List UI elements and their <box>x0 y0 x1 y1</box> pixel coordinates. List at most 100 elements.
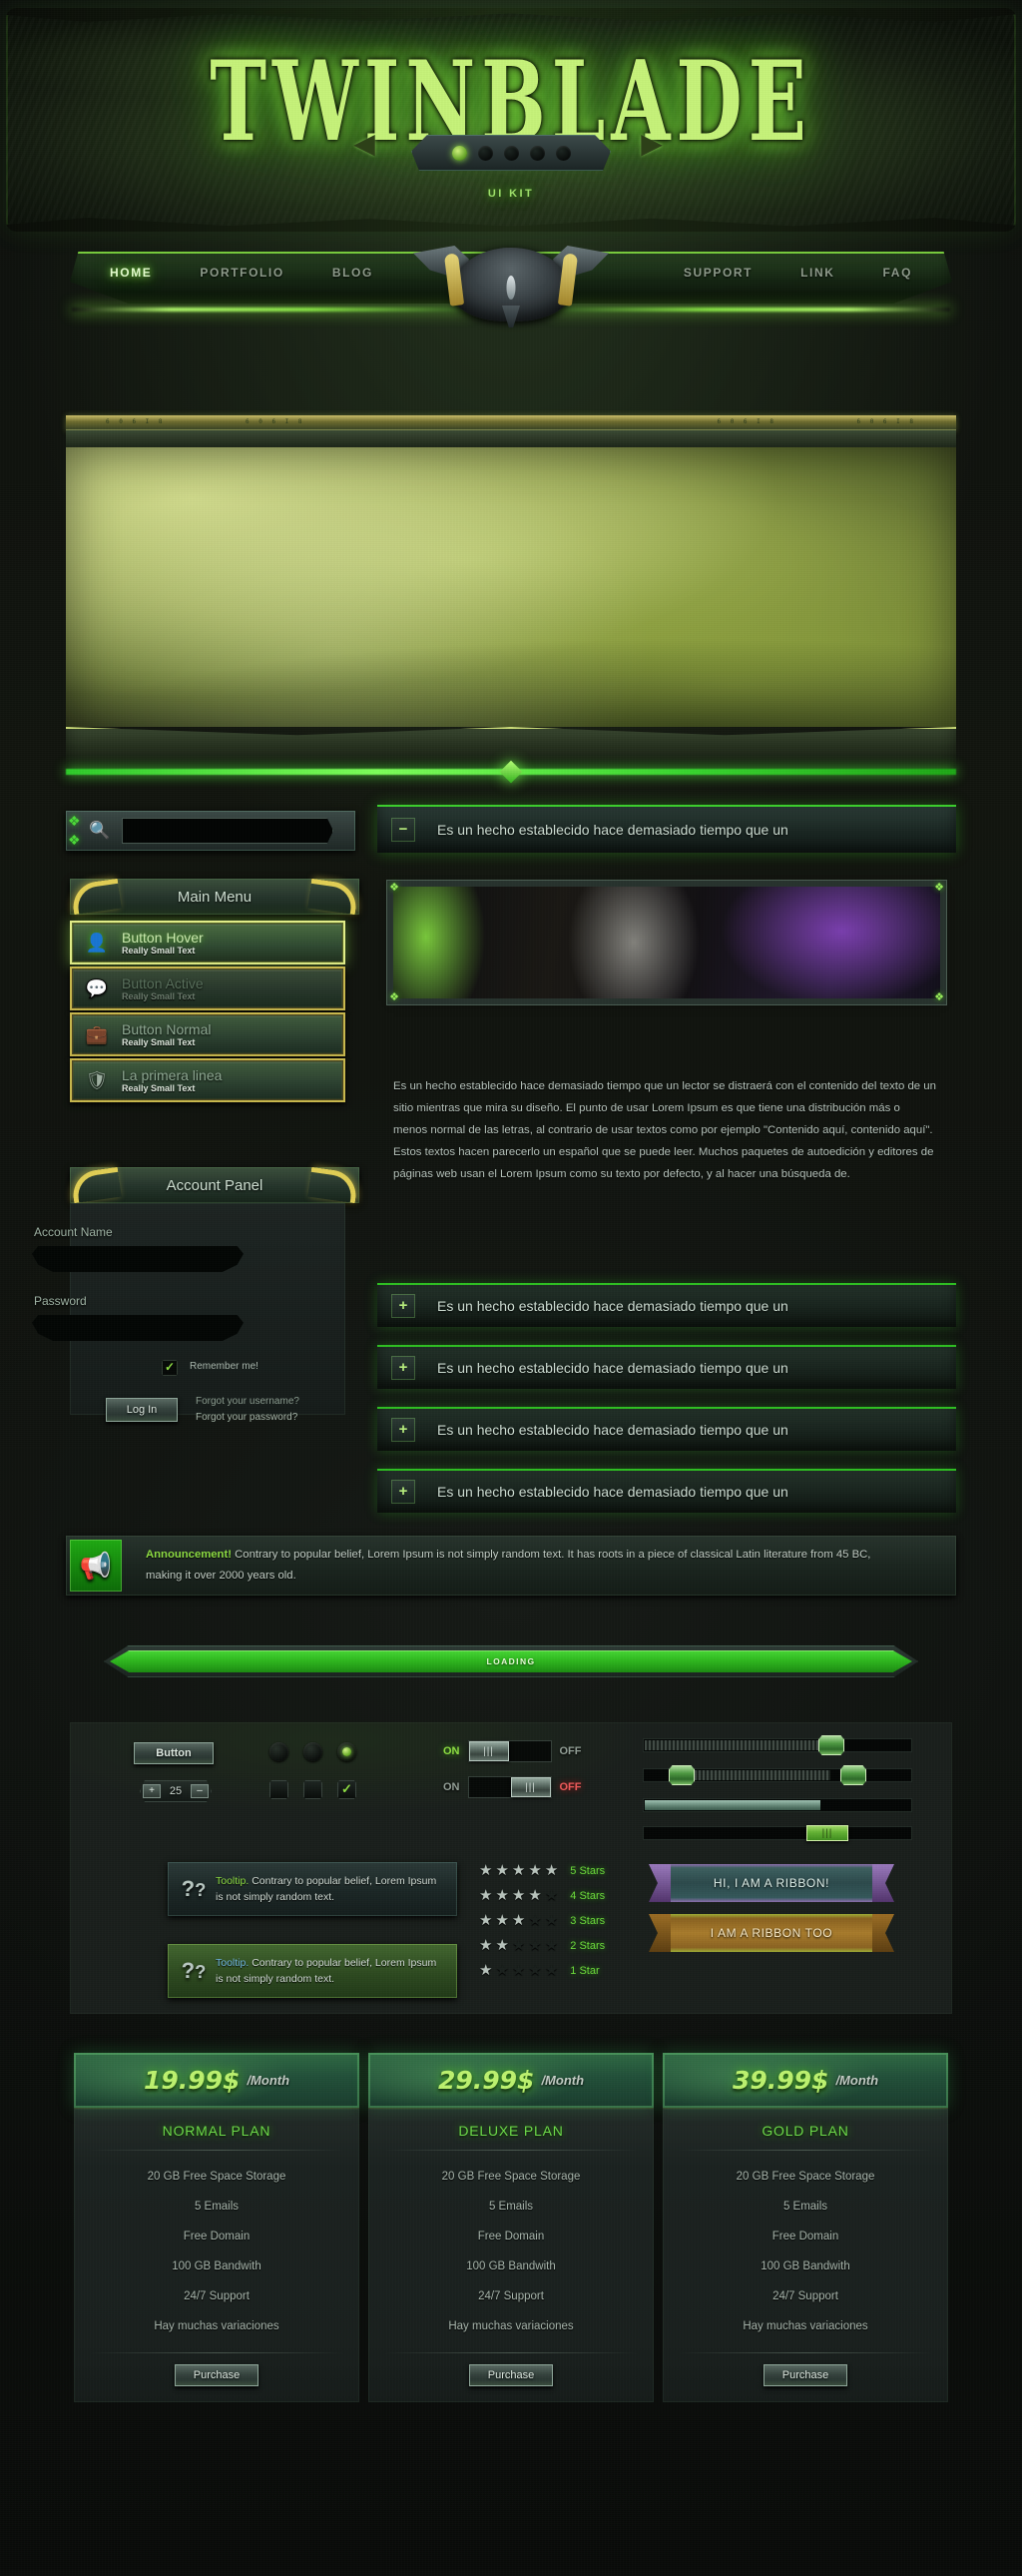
plan-name: DELUXE PLAN <box>458 2123 564 2139</box>
toggle-knob[interactable]: ||| <box>468 1741 509 1761</box>
demo-button[interactable]: Button <box>134 1742 214 1764</box>
nav-item-support[interactable]: SUPPORT <box>684 266 753 280</box>
rating-1-star[interactable]: ★ ★ ★ ★ ★ 1 Star <box>479 1963 600 1978</box>
slider-single-handle[interactable] <box>818 1735 844 1755</box>
pricing-period: /Month <box>541 2073 585 2088</box>
rating-4-stars[interactable]: ★ ★ ★ ★ ★ 4 Stars <box>479 1888 605 1903</box>
nav-item-blog[interactable]: BLOG <box>332 266 373 280</box>
nav-item-link[interactable]: LINK <box>800 266 834 280</box>
slider-range-handle-high[interactable] <box>840 1765 866 1785</box>
slider-prev-button[interactable]: ◀ <box>351 130 377 160</box>
sidebar-item-label: La primera linea <box>122 1066 223 1083</box>
slider-dot-4[interactable] <box>529 145 545 161</box>
accordion-open-header[interactable]: − Es un hecho establecido hace demasiado… <box>377 805 956 853</box>
rating-3-stars[interactable]: ★ ★ ★ ★ ★ 3 Stars <box>479 1913 605 1928</box>
tooltip-dark-text: Tooltip. Contrary to popular belief, Lor… <box>216 1873 445 1906</box>
checkbox-unchecked-1[interactable] <box>269 1780 288 1799</box>
tooltip-body: Contrary to popular belief, Lorem Ipsum … <box>216 1874 437 1903</box>
slider-rune-mid-2: 6 0 6 I 8 <box>717 418 776 425</box>
forgot-username-link[interactable]: Forgot your username? <box>196 1396 299 1407</box>
sidebar-item-button-active[interactable]: 💬 Button Active Really Small Text <box>70 966 345 1010</box>
search-icon[interactable]: 🔍 <box>80 819 120 843</box>
radio-selected[interactable] <box>337 1742 356 1761</box>
accordion-item-title: Es un hecho establecido hace demasiado t… <box>437 1484 788 1500</box>
rating-5-stars[interactable]: ★ ★ ★ ★ ★ 5 Stars <box>479 1863 605 1878</box>
toggle-knob[interactable]: ||| <box>510 1777 551 1797</box>
purchase-button[interactable]: Purchase <box>469 2364 553 2386</box>
toggle-switch-on[interactable]: ||| <box>467 1740 552 1762</box>
slider-single[interactable] <box>643 1735 912 1755</box>
nav-item-faq[interactable]: FAQ <box>883 266 912 280</box>
remember-me-checkbox[interactable]: ✓ <box>162 1360 178 1376</box>
plan-divider <box>384 2352 638 2353</box>
tooltip-keyword: Tooltip. <box>216 1956 250 1969</box>
rating-2-stars[interactable]: ★ ★ ★ ★ ★ 2 Stars <box>479 1938 605 1953</box>
nav-item-home[interactable]: HOME <box>110 266 152 280</box>
slider-wide-knob[interactable]: ||| <box>643 1825 912 1841</box>
forgot-password-link[interactable]: Forgot your password? <box>196 1412 297 1423</box>
slider-wide-handle[interactable]: ||| <box>806 1825 848 1841</box>
slider-single-fill <box>645 1740 820 1750</box>
checkbox-checked[interactable]: ✓ <box>337 1780 356 1799</box>
purchase-button[interactable]: Purchase <box>175 2364 258 2386</box>
password-field[interactable] <box>32 1315 244 1341</box>
plan-feature: 5 Emails <box>194 2201 240 2213</box>
checkbox-unchecked-2[interactable] <box>303 1780 322 1799</box>
radio-unselected-2[interactable] <box>303 1742 322 1761</box>
sidebar-item-sublabel: Really Small Text <box>122 990 196 1001</box>
purchase-button[interactable]: Purchase <box>764 2364 847 2386</box>
minus-icon[interactable]: − <box>391 818 415 842</box>
plan-feature: 24/7 Support <box>478 2290 544 2302</box>
announcement-bar: 📢 Announcement! Contrary to popular beli… <box>66 1536 956 1596</box>
slider-range[interactable] <box>643 1765 912 1785</box>
crest-eye <box>506 276 516 300</box>
tooltip-keyword: Tooltip. <box>216 1874 250 1887</box>
accordion-item-1[interactable]: + Es un hecho establecido hace demasiado… <box>377 1283 956 1327</box>
login-button[interactable]: Log In <box>106 1398 178 1422</box>
stepper-minus-button[interactable]: – <box>191 1784 209 1798</box>
accordion-item-4[interactable]: + Es un hecho establecido hace demasiado… <box>377 1469 956 1513</box>
search-flourish-bottom-icon: ❖ <box>68 832 81 848</box>
slider-range-handle-low[interactable] <box>669 1765 695 1785</box>
rating-label: 1 Star <box>570 1964 600 1977</box>
plus-icon[interactable]: + <box>391 1480 415 1504</box>
content-paragraph: Es un hecho establecido hace demasiado t… <box>393 1080 936 1180</box>
plan-feature: Hay muchas variaciones <box>448 2320 574 2332</box>
slider-dot-5[interactable] <box>555 145 571 161</box>
toggle-row-on: ON ||| OFF <box>443 1740 582 1762</box>
radio-unselected-1[interactable] <box>269 1742 288 1761</box>
slider-dot-3[interactable] <box>503 145 519 161</box>
plan-feature: 24/7 Support <box>772 2290 838 2302</box>
slider-next-button[interactable]: ▶ <box>639 130 665 160</box>
pricing-period: /Month <box>835 2073 879 2088</box>
slider-hero-image <box>66 447 956 727</box>
sidebar-item-button-normal[interactable]: 💼 Button Normal Really Small Text <box>70 1012 345 1056</box>
account-name-field[interactable] <box>32 1246 244 1272</box>
slider-dot-1[interactable] <box>451 145 467 161</box>
plus-icon[interactable]: + <box>391 1418 415 1442</box>
widgets-panel: Button + 25 – ✓ ON ||| OFF ON ||| OFF ||… <box>70 1722 952 2014</box>
toggle-off-label: OFF <box>559 1781 582 1793</box>
slider-dots <box>411 135 611 171</box>
account-panel-header: Account Panel <box>70 1166 359 1204</box>
ribbon-body: I AM A RIBBON TOO <box>671 1914 872 1952</box>
sidebar-item-button-hover[interactable]: 👤 Button Hover Really Small Text <box>70 921 345 965</box>
content-featured-image: ❖ ❖ ❖ ❖ <box>389 883 944 1003</box>
search-input[interactable] <box>122 818 333 844</box>
accordion-item-2[interactable]: + Es un hecho establecido hace demasiado… <box>377 1345 956 1389</box>
sidebar-item-la-primera-linea[interactable]: 🛡 La primera linea Really Small Text <box>70 1058 345 1102</box>
accordion-item-3[interactable]: + Es un hecho establecido hace demasiado… <box>377 1407 956 1451</box>
nav-item-portfolio[interactable]: PORTFOLIO <box>200 266 283 280</box>
plus-icon[interactable]: + <box>391 1356 415 1380</box>
plan-name: NORMAL PLAN <box>162 2123 271 2139</box>
toggle-switch-off[interactable]: ||| <box>467 1776 552 1798</box>
password-label: Password <box>34 1294 87 1308</box>
stepper-plus-button[interactable]: + <box>143 1784 161 1798</box>
slider-rune-mid: 6 0 6 I 8 <box>246 418 305 425</box>
account-panel-title: Account Panel <box>166 1176 263 1194</box>
plan-feature: 20 GB Free Space Storage <box>736 2171 875 2183</box>
plus-icon[interactable]: + <box>391 1294 415 1318</box>
pricing-body: NORMAL PLAN 20 GB Free Space Storage 5 E… <box>74 2108 359 2402</box>
nav-right-glow <box>551 308 950 312</box>
slider-dot-2[interactable] <box>477 145 493 161</box>
